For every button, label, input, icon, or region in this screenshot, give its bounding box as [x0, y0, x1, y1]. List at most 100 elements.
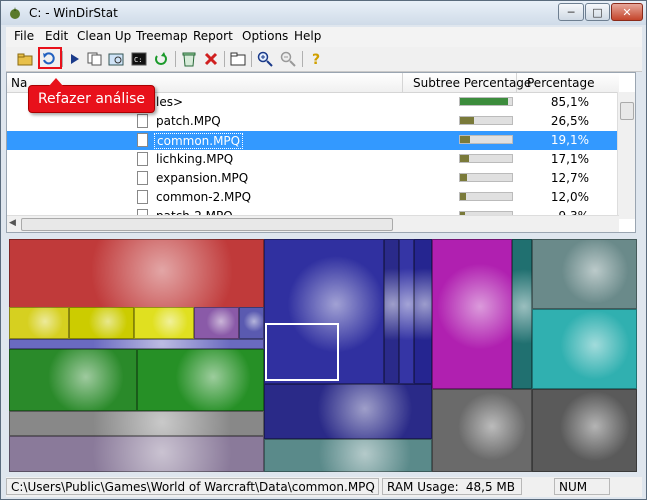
file-name: common-2.MPQ — [156, 190, 252, 204]
play-icon[interactable] — [66, 50, 84, 68]
new-folder-icon[interactable] — [229, 50, 247, 68]
subtree-bar-fill — [460, 193, 467, 200]
treemap-block[interactable] — [9, 239, 264, 309]
command-prompt-icon[interactable]: C: — [130, 50, 148, 68]
treemap-block[interactable] — [194, 307, 239, 339]
header-divider — [516, 73, 517, 92]
treemap-block[interactable] — [432, 239, 512, 389]
zoom-in-icon[interactable] — [256, 50, 274, 68]
horizontal-scrollbar[interactable]: ◀ — [7, 215, 619, 232]
file-icon — [137, 171, 148, 185]
list-row[interactable]: common.MPQ 19,1% — [7, 131, 619, 150]
maximize-button[interactable]: □ — [585, 3, 610, 21]
zoom-out-icon[interactable] — [279, 50, 297, 68]
list-row[interactable]: expansion.MPQ 12,7% — [7, 169, 619, 188]
file-name: common.MPQ — [154, 133, 244, 149]
treemap-block[interactable] — [69, 307, 134, 339]
header-divider — [402, 73, 403, 92]
svg-text:?: ? — [312, 52, 320, 67]
treemap-block[interactable] — [239, 307, 264, 339]
treemap-block[interactable] — [134, 307, 194, 339]
menu-file[interactable]: File — [14, 29, 34, 43]
treemap-selection — [265, 323, 339, 381]
treemap-block[interactable] — [532, 309, 637, 389]
treemap-block[interactable] — [512, 239, 532, 389]
file-name: lichking.MPQ — [156, 152, 234, 166]
menu-treemap[interactable]: Treemap — [136, 29, 188, 43]
toolbar-separator — [302, 51, 303, 67]
copy-icon[interactable] — [86, 50, 104, 68]
app-window: C: - WinDirStat ─ □ ✕ File Edit Clean Up… — [0, 0, 647, 500]
menu-bar: File Edit Clean Up Treemap Report Option… — [6, 27, 642, 47]
svg-text:C:: C: — [134, 56, 142, 64]
menu-edit[interactable]: Edit — [45, 29, 68, 43]
list-row[interactable]: common-2.MPQ 12,0% — [7, 188, 619, 207]
ram-label: RAM Usage: — [387, 480, 459, 494]
percentage-value: 17,1% — [550, 152, 589, 166]
file-icon — [137, 114, 148, 128]
menu-clean-up[interactable]: Clean Up — [77, 29, 131, 43]
status-num: NUM — [554, 478, 610, 495]
treemap-block[interactable] — [384, 239, 399, 384]
subtree-bar-fill — [460, 155, 469, 162]
minimize-icon: ─ — [567, 5, 575, 19]
recycle-bin-icon[interactable] — [180, 50, 198, 68]
treemap-block[interactable] — [532, 239, 637, 309]
title-bar[interactable]: C: - WinDirStat ─ □ ✕ — [1, 1, 646, 25]
treemap-block[interactable] — [9, 307, 69, 339]
file-icon — [137, 190, 148, 204]
list-row[interactable]: lichking.MPQ 17,1% — [7, 150, 619, 169]
column-subtree-percentage[interactable]: Subtree Percentage — [413, 76, 531, 90]
refresh-green-icon[interactable] — [152, 50, 170, 68]
subtree-bar — [459, 135, 513, 144]
percentage-value: 12,7% — [550, 171, 589, 185]
treemap-block[interactable] — [399, 239, 414, 384]
explorer-icon[interactable] — [107, 50, 125, 68]
scroll-thumb[interactable] — [620, 102, 634, 120]
refresh-tooltip: Refazer análise — [28, 78, 155, 113]
vertical-scrollbar[interactable] — [617, 92, 635, 219]
subtree-bar-fill — [460, 117, 474, 124]
subtree-bar-fill — [460, 174, 467, 181]
subtree-bar — [459, 97, 513, 106]
treemap-block[interactable] — [532, 389, 637, 472]
menu-options[interactable]: Options — [242, 29, 288, 43]
column-percentage[interactable]: Percentage — [527, 76, 595, 90]
toolbar-separator — [224, 51, 225, 67]
treemap-block[interactable] — [432, 389, 532, 472]
toolbar: C: ? — [6, 47, 642, 72]
close-button[interactable]: ✕ — [611, 3, 643, 21]
file-name: expansion.MPQ — [156, 171, 249, 185]
list-row[interactable]: patch.MPQ 26,5% — [7, 112, 619, 131]
treemap-block[interactable] — [9, 349, 137, 411]
toolbar-separator — [62, 51, 63, 67]
delete-icon[interactable] — [202, 50, 220, 68]
scroll-left-icon[interactable]: ◀ — [9, 218, 16, 228]
toolbar-separator — [251, 51, 252, 67]
file-icon — [137, 152, 148, 166]
subtree-bar — [459, 173, 513, 182]
treemap[interactable] — [9, 239, 637, 472]
subtree-bar-fill — [460, 98, 508, 105]
subtree-bar — [459, 116, 513, 125]
treemap-block[interactable] — [9, 411, 264, 436]
help-icon[interactable]: ? — [307, 50, 325, 68]
treemap-block[interactable] — [9, 436, 264, 472]
status-ram: RAM Usage: 48,5 MB — [382, 478, 522, 495]
treemap-block[interactable] — [137, 349, 264, 411]
menu-report[interactable]: Report — [193, 29, 233, 43]
minimize-button[interactable]: ─ — [558, 3, 584, 21]
treemap-block[interactable] — [264, 384, 432, 439]
treemap-block[interactable] — [9, 339, 264, 349]
percentage-value: 19,1% — [550, 133, 589, 147]
column-name[interactable]: Na — [11, 76, 27, 90]
maximize-icon: □ — [592, 5, 603, 19]
open-folder-icon[interactable] — [16, 50, 34, 68]
app-icon — [10, 7, 20, 19]
menu-help[interactable]: Help — [294, 29, 321, 43]
treemap-block[interactable] — [414, 239, 432, 384]
treemap-block[interactable] — [264, 439, 432, 472]
percentage-value: 12,0% — [550, 190, 589, 204]
toolbar-separator — [175, 51, 176, 67]
hscroll-thumb[interactable] — [21, 218, 393, 231]
